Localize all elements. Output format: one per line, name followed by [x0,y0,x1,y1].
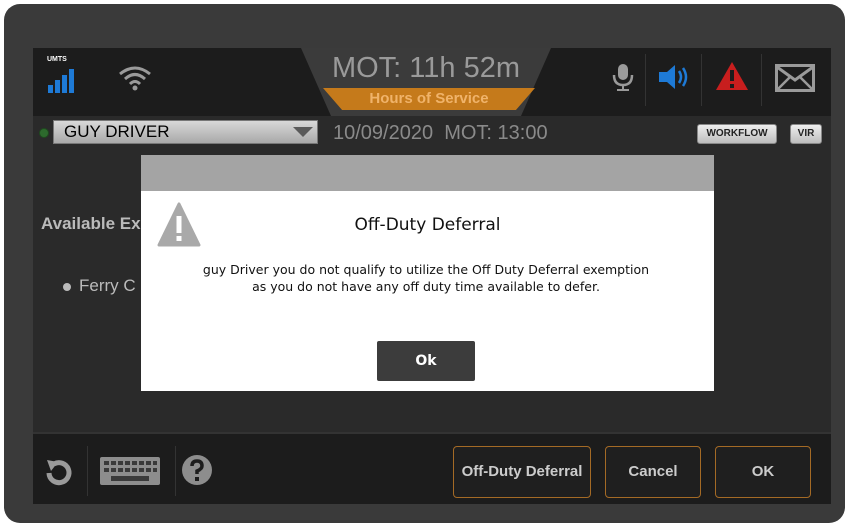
driver-select[interactable]: GUY DRIVER [53,120,318,144]
status-led-icon [39,128,49,138]
keyboard-icon[interactable] [99,456,161,486]
driver-name: GUY DRIVER [64,122,170,141]
chevron-down-icon [293,127,313,137]
separator [645,54,646,106]
signal-bars-icon [48,69,74,93]
wifi-icon [119,66,151,91]
available-exemptions-heading: Available Ex [41,214,141,233]
dialog-header [141,155,714,191]
dialog-title: Off-Duty Deferral [354,215,501,235]
separator [87,446,88,496]
mot-timer: MOT: 11h 52m [331,52,521,84]
workflow-button[interactable]: WORKFLOW [697,124,777,144]
network-label: UMTS [47,56,67,63]
vir-button[interactable]: VIR [790,124,822,144]
status-bar: UMTS MOT: 11h 52m Hours of Service [33,48,831,116]
ferry-list-item[interactable]: Ferry C [63,276,136,296]
date-mot-label: 10/09/2020 MOT: 13:00 [333,122,548,144]
help-icon[interactable] [181,454,213,486]
speaker-icon[interactable] [657,62,691,92]
dialog-message: guy Driver you do not qualify to utilize… [202,262,650,294]
separator [761,54,762,106]
separator [175,446,176,496]
off-duty-deferral-dialog: Off-Duty Deferral guy Driver you do not … [141,155,714,391]
off-duty-deferral-button[interactable]: Off-Duty Deferral [453,446,591,498]
hours-of-service-tab[interactable]: Hours of Service [323,88,535,110]
mail-icon[interactable] [775,64,815,92]
ok-button[interactable]: OK [715,446,811,498]
microphone-icon[interactable] [611,62,635,92]
refresh-icon[interactable] [43,456,73,488]
cancel-button[interactable]: Cancel [605,446,701,498]
bottom-bar: Off-Duty Deferral Cancel OK [33,432,831,504]
warning-icon[interactable] [715,60,749,92]
driver-row: GUY DRIVER 10/09/2020 MOT: 13:00 WORKFLO… [33,116,831,154]
dialog-ok-button[interactable]: Ok [377,341,475,381]
separator [701,54,702,106]
